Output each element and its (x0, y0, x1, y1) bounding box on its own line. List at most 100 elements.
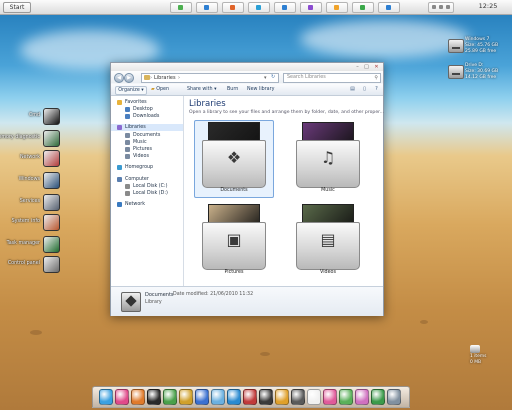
desktop-icon (125, 107, 130, 112)
taskbar-app-button[interactable] (170, 2, 192, 13)
library-box: ♫ (296, 140, 360, 188)
taskbar-app-button[interactable] (326, 2, 348, 13)
library-videos[interactable]: ▤ Videos (288, 202, 368, 280)
close-icon[interactable]: ✕ (372, 64, 381, 70)
nav-item-libraries[interactable]: Libraries (111, 124, 183, 131)
pictures-icon (125, 147, 130, 152)
title-bar[interactable]: – □ ✕ (111, 63, 383, 71)
app-icon (282, 5, 287, 10)
dock-app-icon[interactable] (259, 389, 273, 405)
dock-app-icon[interactable] (339, 389, 353, 405)
clock[interactable]: 12:25 (468, 2, 508, 11)
chevron-right-icon[interactable]: › (178, 74, 180, 82)
maximize-icon[interactable]: □ (362, 64, 371, 70)
desktop-shortcut[interactable]: Windows (0, 172, 60, 189)
taskbar-app-button[interactable] (274, 2, 296, 13)
nav-item-network[interactable]: Network (111, 201, 183, 208)
taskbar-app-button[interactable] (248, 2, 270, 13)
nav-item-videos[interactable]: Videos (111, 153, 183, 160)
dock-app-icon[interactable] (131, 389, 145, 405)
tray-icon[interactable] (446, 5, 450, 9)
chevron-right-icon[interactable]: › (150, 74, 152, 82)
nav-item-local-disk-c[interactable]: Local Disk (C:) (111, 183, 183, 190)
burn-button[interactable]: Burn (227, 86, 238, 93)
refresh-icon[interactable]: ↻ (271, 74, 275, 80)
taskbar-app-button[interactable] (196, 2, 218, 13)
nav-item-label: Pictures (133, 147, 152, 152)
search-icon[interactable]: ⚲ (374, 74, 378, 82)
dock-app-icon[interactable] (243, 389, 257, 405)
nav-item-documents[interactable]: Documents (111, 132, 183, 139)
preview-pane-icon[interactable]: ▯ (361, 86, 368, 93)
library-documents[interactable]: ❖ Documents (194, 120, 274, 198)
recycle-gadget[interactable]: 1 items 0 MB (470, 345, 492, 367)
new-library-button[interactable]: New library (247, 86, 274, 93)
chevron-down-icon[interactable]: ▾ (264, 74, 267, 82)
taskbar-app-button[interactable] (378, 2, 400, 13)
library-music[interactable]: ♫ Music (288, 120, 368, 198)
nav-item-pictures[interactable]: Pictures (111, 146, 183, 153)
dock-app-icon[interactable] (387, 389, 401, 405)
organize-button[interactable]: Organize ▾ (115, 86, 147, 95)
start-button[interactable]: Start (3, 2, 31, 13)
nav-item-local-disk-d[interactable]: Local Disk (D:) (111, 190, 183, 197)
app-icon (256, 5, 261, 10)
desktop-shortcut[interactable]: System info (0, 214, 60, 231)
network-icon (43, 150, 60, 167)
desktop-shortcut[interactable]: Network (0, 150, 60, 167)
nav-item-label: Music (133, 140, 147, 145)
nav-item-label: Downloads (133, 114, 160, 119)
nav-item-label: Computer (125, 177, 149, 182)
dock-app-icon[interactable] (275, 389, 289, 405)
desktop-shortcut[interactable]: Memory diagnostic (0, 130, 60, 147)
nav-item-music[interactable]: Music (111, 139, 183, 146)
dock-app-icon[interactable] (355, 389, 369, 405)
dock-app-icon[interactable] (307, 389, 321, 405)
dock-app-icon[interactable] (115, 389, 129, 405)
desktop-shortcut[interactable]: Cmd (0, 108, 60, 125)
tray-icon[interactable] (439, 5, 443, 9)
desktop-shortcut-label: Services (19, 199, 40, 204)
desktop-shortcut[interactable]: Control panel (0, 256, 60, 273)
dock-app-icon[interactable] (291, 389, 305, 405)
tray-icon[interactable] (432, 5, 436, 9)
open-button[interactable]: ▰ Open (151, 86, 169, 93)
minimize-icon[interactable]: – (353, 64, 362, 70)
dock-app-icon[interactable] (179, 389, 193, 405)
dock-app-icon[interactable] (211, 389, 225, 405)
drive-name: Drive D: (465, 63, 484, 68)
desktop-shortcut[interactable]: Task manager (0, 236, 60, 253)
nav-item-computer[interactable]: Computer (111, 176, 183, 183)
library-pictures[interactable]: ▣ Pictures (194, 202, 274, 280)
system-tray[interactable] (428, 2, 454, 13)
desktop-shortcut[interactable]: Services (0, 194, 60, 211)
nav-item-desktop[interactable]: Desktop (111, 106, 183, 113)
dock-app-icon[interactable] (371, 389, 385, 405)
help-icon[interactable]: ? (373, 86, 380, 93)
taskbar-app-button[interactable] (300, 2, 322, 13)
nav-item-downloads[interactable]: Downloads (111, 113, 183, 120)
dock-app-icon[interactable] (163, 389, 177, 405)
page-subtitle: Open a library to see your files and arr… (189, 110, 385, 115)
command-bar: Organize ▾ ▰ Open Share with ▾ Burn New … (111, 84, 383, 96)
dock-app-icon[interactable] (227, 389, 241, 405)
desktop-shortcut-label: Control panel (7, 261, 40, 266)
page-title: Libraries (189, 99, 226, 109)
dock-app-icon[interactable] (147, 389, 161, 405)
dock-app-icon[interactable] (195, 389, 209, 405)
nav-item-favorites[interactable]: Favorites (111, 99, 183, 106)
search-placeholder: Search Libraries (287, 75, 326, 80)
taskbar-app-button[interactable] (352, 2, 374, 13)
search-input[interactable]: Search Libraries ⚲ (283, 73, 381, 83)
forward-button[interactable]: ▶ (124, 73, 134, 83)
dock-app-icon[interactable] (323, 389, 337, 405)
sand-pebble (260, 352, 270, 356)
address-bar[interactable]: › Libraries › ▾ (141, 73, 279, 83)
view-options-icon[interactable]: ▤ (349, 86, 356, 93)
dock-app-icon[interactable] (99, 389, 113, 405)
share-with-button[interactable]: Share with ▾ (187, 86, 216, 93)
nav-item-homegroup[interactable]: Homegroup (111, 164, 183, 171)
taskbar-app-button[interactable] (222, 2, 244, 13)
back-button[interactable]: ◀ (114, 73, 124, 83)
drive-size: Size: 45.76 GB (465, 43, 499, 48)
